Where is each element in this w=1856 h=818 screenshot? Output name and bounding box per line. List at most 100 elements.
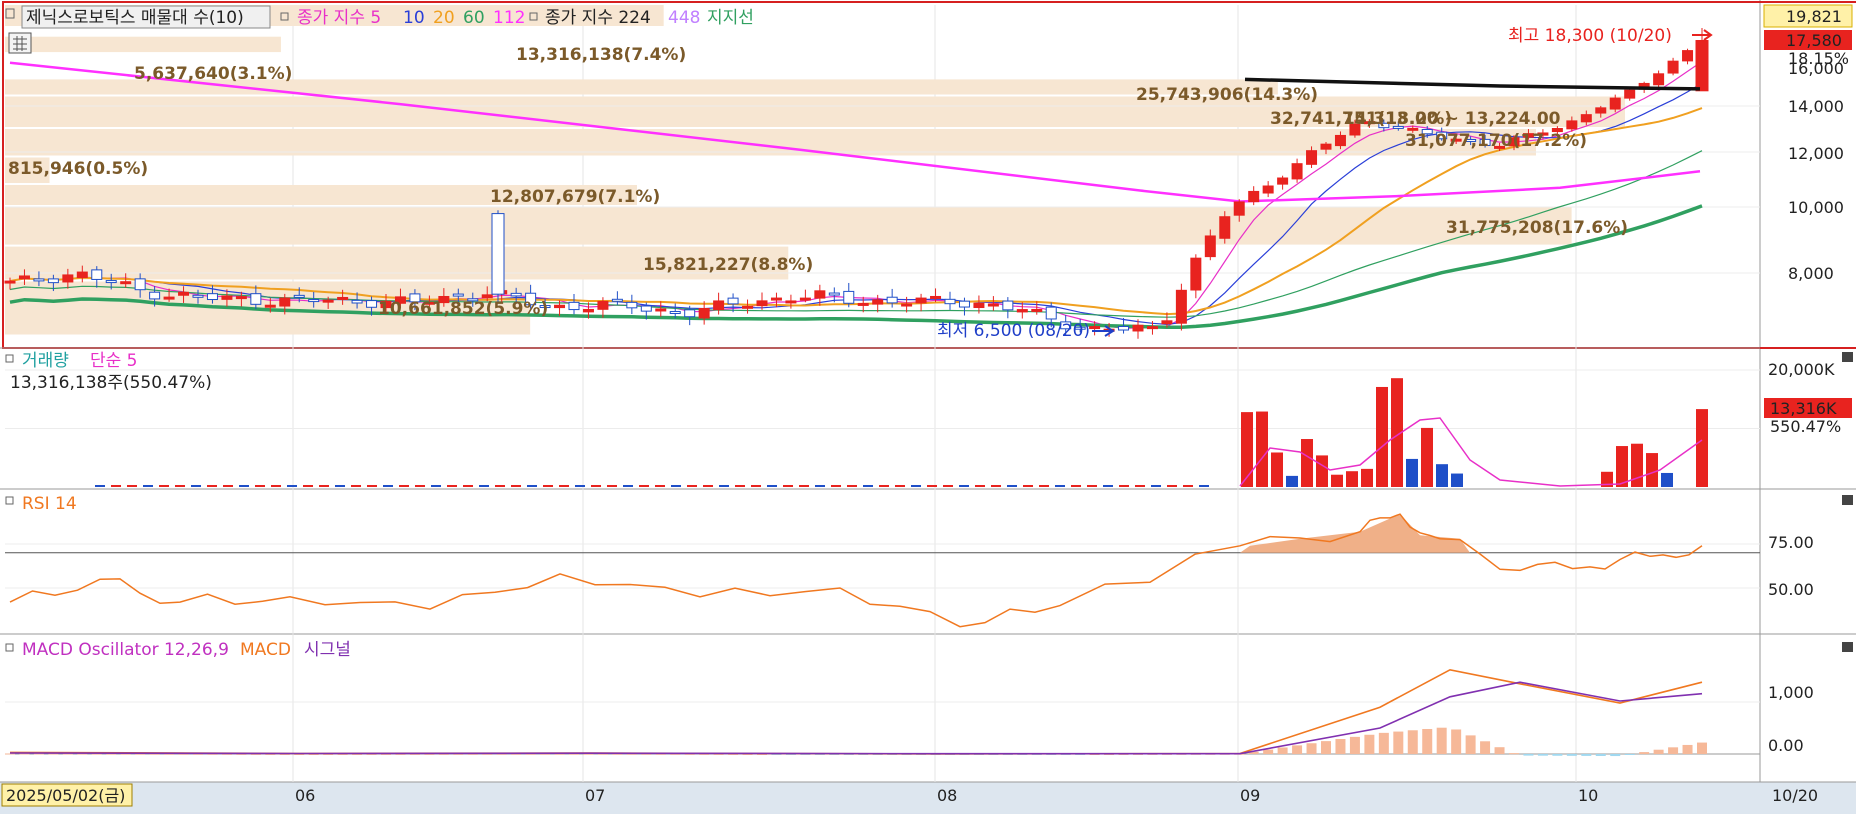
- volume-bar: [911, 485, 921, 487]
- volume-bar: [1696, 409, 1708, 487]
- candle-body: [857, 302, 869, 306]
- volume-bar: [1376, 386, 1388, 487]
- volume-bar: [543, 485, 553, 487]
- volume-bar: [591, 485, 601, 487]
- volume-bar: [495, 485, 505, 487]
- volume-bar: [831, 485, 841, 487]
- range-annotation: 14,313.00 ~ 13,224.00: [1343, 109, 1561, 129]
- volume-bar: [959, 485, 969, 487]
- volume-panel-close-icon[interactable]: [1842, 352, 1853, 362]
- candle-body: [134, 278, 146, 291]
- macd-oscillator-bar: [1537, 754, 1548, 756]
- macd-panel-close-icon[interactable]: [1842, 642, 1853, 652]
- macd-tick-0: 0.00: [1768, 736, 1804, 755]
- macd-oscillator-bar: [1639, 752, 1650, 754]
- ma-period-20: 20: [433, 8, 455, 28]
- macd-oscillator-bar: [1349, 736, 1360, 754]
- candle-body: [727, 297, 739, 305]
- volume-bar: [1316, 455, 1328, 487]
- stock-label: 제닉스로보틱스 매물대 수(10): [26, 8, 244, 28]
- volume-bar: [191, 485, 201, 487]
- volume-bar: [847, 485, 857, 487]
- volume-title: 거래량: [22, 351, 69, 371]
- volume-bar: [447, 485, 457, 487]
- volume-bar: [1183, 485, 1193, 487]
- candle-body: [843, 290, 855, 304]
- high-annotation: 최고 18,300 (10/20): [1508, 26, 1672, 46]
- macd-oscillator-bar: [1595, 754, 1606, 756]
- volume-bar: [111, 485, 121, 487]
- chart-canvas[interactable]: 13,316,138(7.4%) 5,637,640(3.1%) 25,743,90…: [0, 0, 1856, 814]
- candle-body: [886, 296, 898, 304]
- volume-bar: [1103, 485, 1113, 487]
- volume-axis-top: 20,000K: [1768, 360, 1835, 379]
- candle-body: [1624, 89, 1636, 99]
- volume-bar: [1071, 485, 1081, 487]
- volume-bar: [655, 485, 665, 487]
- candle-body: [684, 309, 696, 318]
- volume-bar: [863, 485, 873, 487]
- volume-bar: [1167, 485, 1177, 487]
- macd-oscillator-bar: [1581, 754, 1592, 756]
- macd-oscillator-bar: [1653, 749, 1664, 754]
- table-grid-icon[interactable]: [8, 32, 32, 54]
- low-annotation: 최저 6,500 (08/20): [937, 321, 1090, 341]
- volume-bar: [687, 485, 697, 487]
- candle-body: [1609, 97, 1621, 110]
- volume-bar: [1151, 485, 1161, 487]
- volume-bar: [335, 485, 345, 487]
- candle-body: [62, 274, 74, 283]
- candle-body: [1146, 326, 1158, 330]
- candle-body: [1161, 320, 1173, 325]
- macd-oscillator-bar: [1422, 728, 1433, 754]
- candle-body: [1320, 143, 1332, 150]
- candle-body: [640, 305, 652, 312]
- candle-body: [698, 307, 710, 319]
- candle-body: [366, 300, 378, 308]
- candle-body: [669, 310, 681, 314]
- macd-oscillator-bar: [1682, 744, 1693, 754]
- rsi-panel-close-icon[interactable]: [1842, 495, 1853, 505]
- candle-body: [611, 298, 623, 302]
- macd-oscillator-bar: [1306, 743, 1317, 754]
- candle-body: [1045, 306, 1057, 320]
- candle-body: [756, 300, 768, 307]
- price-top-label: 19,821: [1786, 7, 1842, 26]
- candle-body: [308, 299, 320, 303]
- candle-body: [279, 297, 291, 307]
- volume-bar: [991, 485, 1001, 487]
- candle-body: [568, 301, 580, 311]
- candle-body: [930, 295, 942, 299]
- volume-bar: [815, 485, 825, 487]
- volume-profile-label: 31,775,208(17.6%): [1446, 218, 1628, 238]
- volume-profile-bar: [5, 36, 281, 53]
- volume-bar: [1241, 412, 1253, 487]
- volume-bar: [1256, 411, 1268, 487]
- volume-ma-label: 단순 5: [90, 351, 138, 371]
- volume-bar: [1087, 485, 1097, 487]
- month-10: 10: [1578, 786, 1598, 805]
- price-axis-area: [1760, 0, 1856, 782]
- price-tick-10000: 10,000: [1788, 198, 1844, 217]
- volume-profile-bar: [5, 207, 1572, 245]
- macd-oscillator-bar: [1697, 742, 1707, 754]
- candle-body: [18, 275, 30, 280]
- volume-bar: [399, 485, 409, 487]
- candle-body: [1016, 309, 1028, 313]
- candle-body: [1118, 325, 1130, 331]
- candle-body: [973, 302, 985, 309]
- candle-body: [452, 293, 464, 297]
- price-tick-14000: 14,000: [1788, 97, 1844, 116]
- volume-profile-label: 12,807,679(7.1%): [490, 187, 660, 207]
- volume-bar: [975, 485, 985, 487]
- candle-body: [1002, 300, 1014, 311]
- month-07: 07: [585, 786, 605, 805]
- candle-body: [655, 308, 667, 312]
- macd-oscillator-bar: [1465, 735, 1476, 754]
- candle-body: [770, 297, 782, 301]
- volume-bar: [95, 485, 105, 487]
- price-tick-partial: 16,000: [1788, 59, 1844, 78]
- ma-period-10: 10: [403, 8, 425, 28]
- volume-bar: [575, 485, 585, 487]
- volume-bar: [1023, 485, 1033, 487]
